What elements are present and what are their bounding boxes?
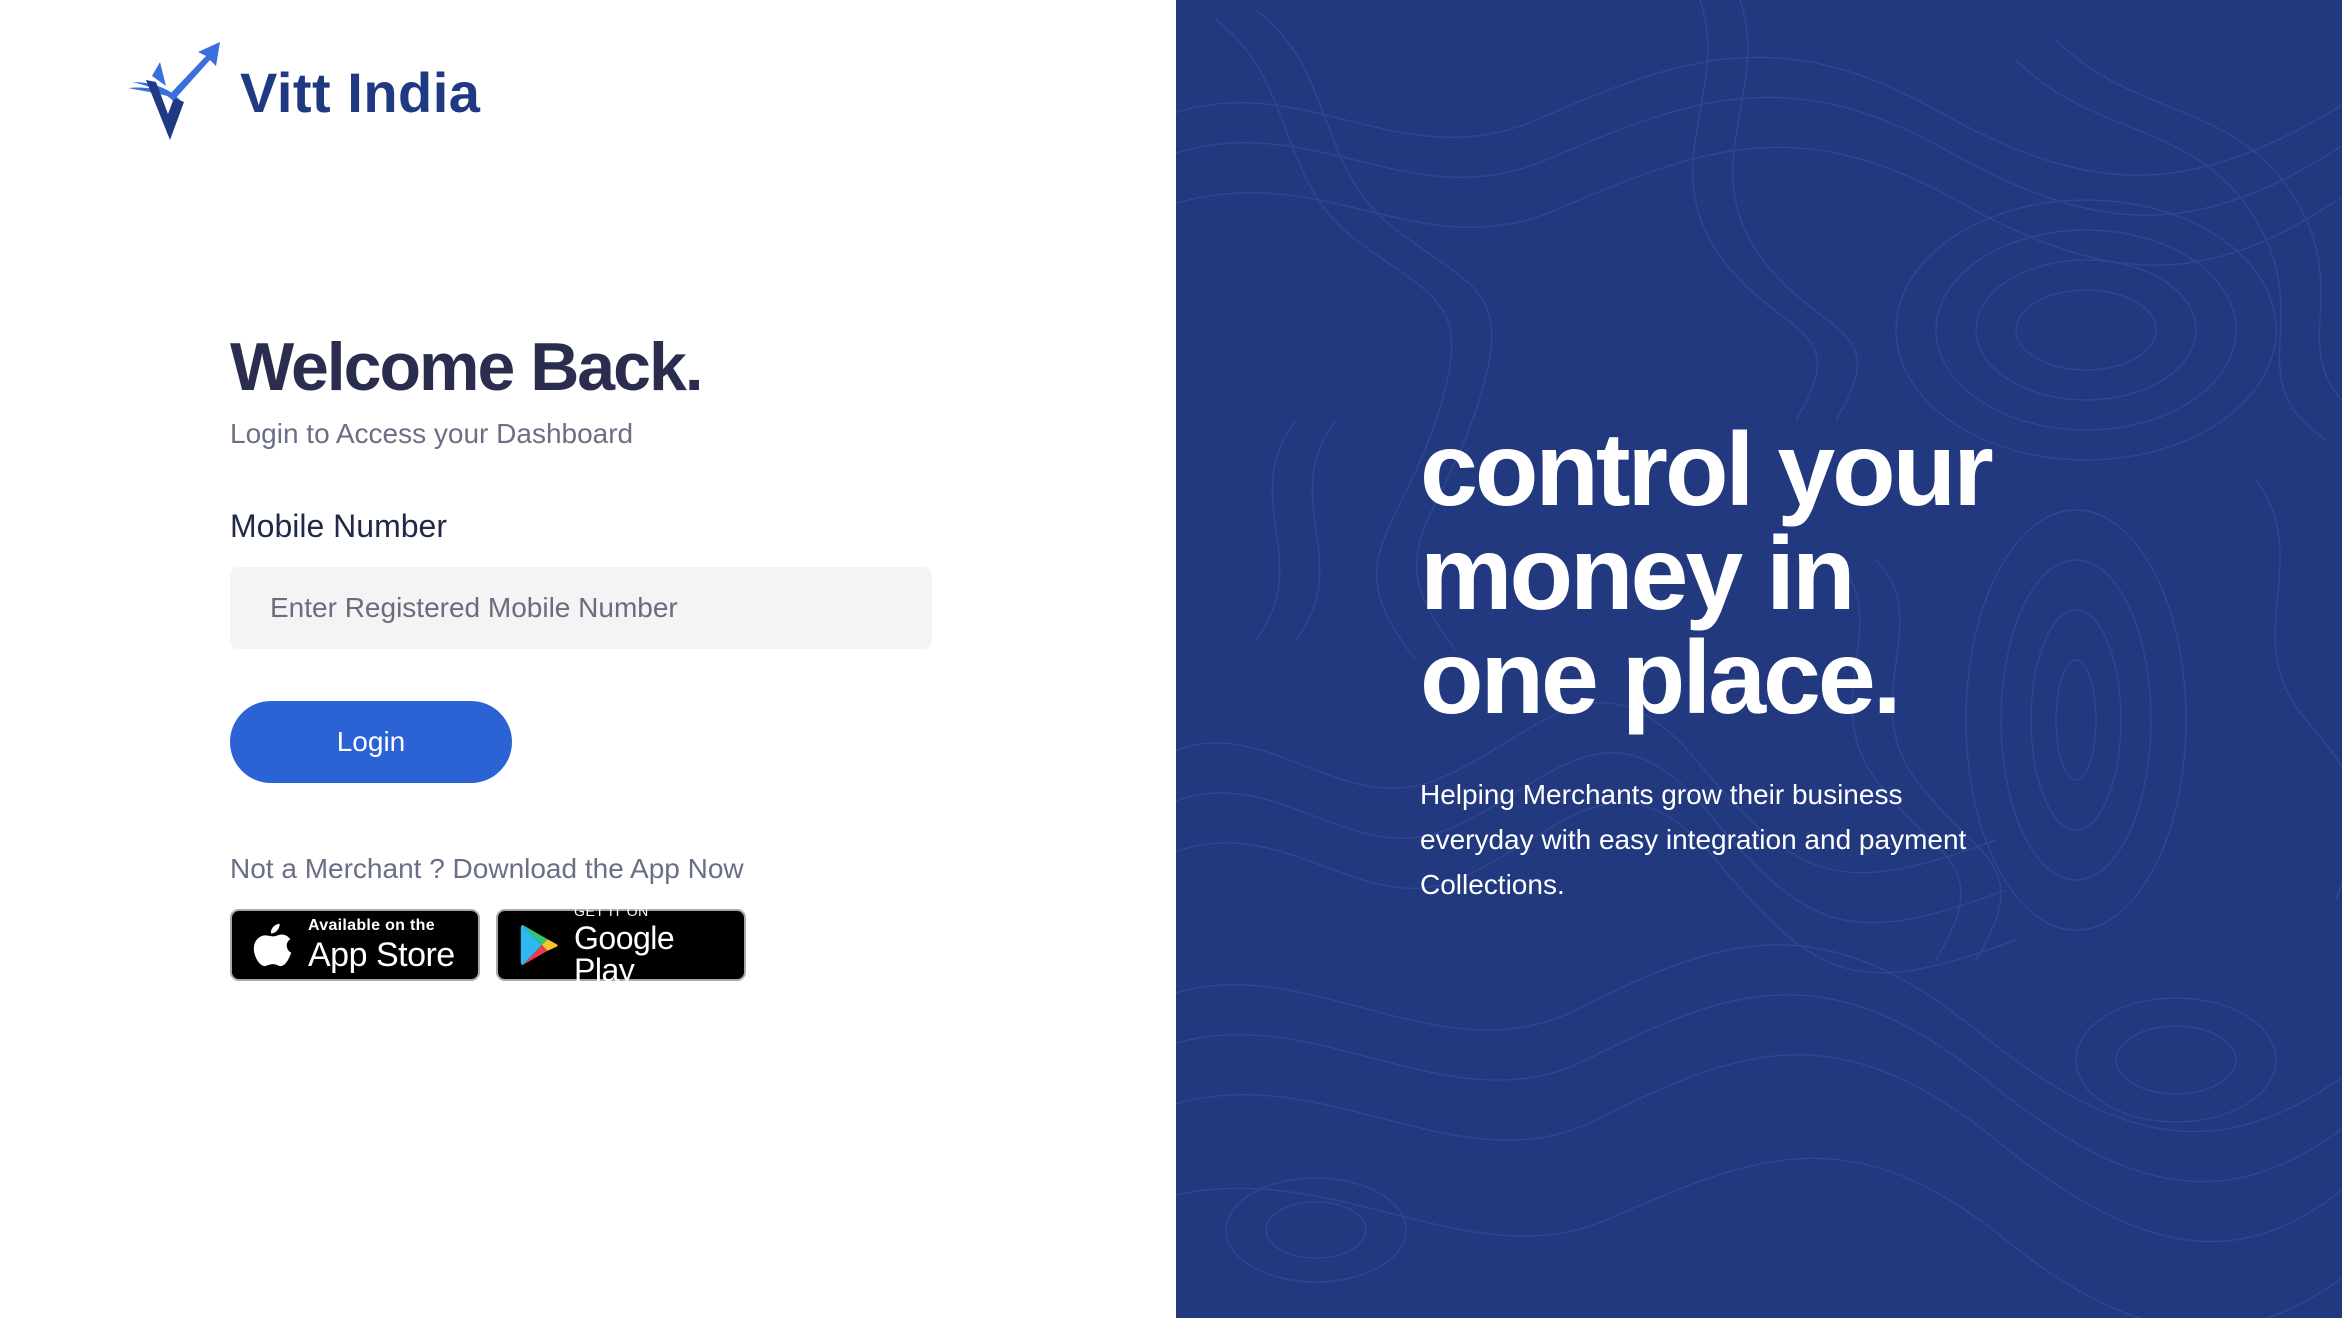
google-play-label: Google Play (574, 920, 675, 988)
apple-icon (253, 923, 292, 967)
brand-name: Vitt India (240, 60, 481, 124)
vitt-india-logo-icon (128, 42, 220, 140)
mobile-number-label: Mobile Number (230, 508, 447, 544)
hero-headline-line-3: one place. (1420, 620, 1902, 736)
app-store-badges: Available on the App Store GET IT ON Goo… (230, 904, 934, 986)
page-subtitle: Login to Access your Dashboard (230, 418, 634, 449)
login-button[interactable]: Login (230, 701, 512, 783)
login-panel: Vitt India Welcome Back. Login to Access… (0, 0, 1176, 1318)
google-play-small-label: GET IT ON (574, 903, 649, 919)
app-store-label: App Store (308, 936, 455, 974)
hero-description: Helping Merchants grow their business ev… (1420, 779, 1967, 900)
hero-headline-line-1: control your (1420, 412, 1994, 528)
app-store-small-label: Available on the (308, 917, 435, 934)
google-play-icon (520, 924, 558, 966)
download-app-prompt: Not a Merchant ? Download the App Now (230, 853, 744, 884)
hero-headline-line-2: money in (1420, 516, 1856, 632)
hero-headline: control your money in one place. (1420, 418, 2060, 730)
mobile-number-field-wrapper (230, 567, 932, 649)
hero-content: control your money in one place. Helping… (1420, 418, 2060, 907)
brand[interactable]: Vitt India (126, 42, 480, 142)
app-store-text: Available on the App Store (308, 917, 455, 974)
google-play-button[interactable]: GET IT ON Google Play (496, 904, 746, 986)
login-form: Welcome Back. Login to Access your Dashb… (230, 326, 934, 986)
google-play-text: GET IT ON Google Play (574, 904, 726, 986)
hero-panel: control your money in one place. Helping… (1176, 0, 2342, 1318)
app-store-button[interactable]: Available on the App Store (230, 909, 480, 981)
mobile-number-input[interactable] (270, 592, 892, 624)
login-page: Vitt India Welcome Back. Login to Access… (0, 0, 2342, 1318)
page-title: Welcome Back. (230, 329, 704, 405)
